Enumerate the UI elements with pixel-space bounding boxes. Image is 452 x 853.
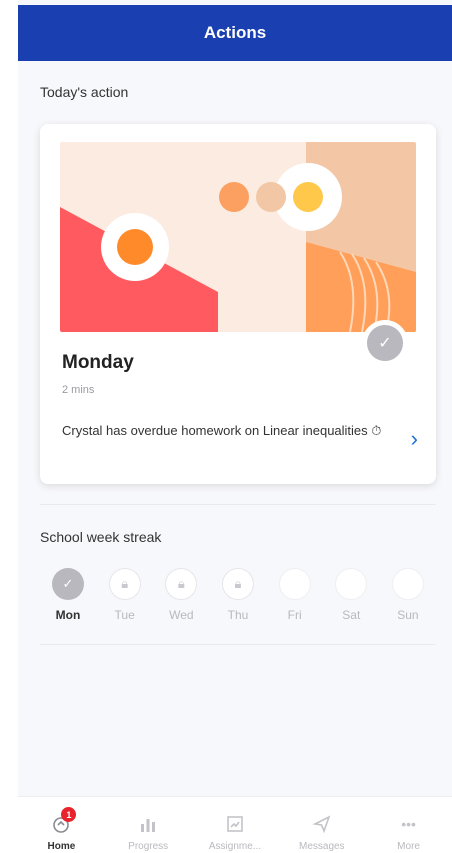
lock-icon: 🔒︎ (221, 568, 254, 600)
action-illustration (60, 142, 416, 332)
tab-assignments[interactable]: Assignme... (192, 797, 278, 852)
page-title: Actions (203, 23, 267, 42)
action-day: Monday (62, 352, 134, 373)
tab-label: Home (47, 841, 76, 852)
empty-circle (278, 568, 311, 600)
streak-day-fri: Fri (267, 568, 323, 622)
empty-circle (335, 568, 368, 600)
today-action-card[interactable]: ✓ Monday 2 mins Crystal has overdue home… (40, 124, 436, 484)
divider (40, 504, 436, 505)
ellipsis-icon: ••• (401, 816, 416, 832)
send-icon (312, 813, 332, 835)
streak-section-title: School week streak (40, 529, 162, 545)
day-label: Fri (287, 608, 302, 622)
tab-home[interactable]: 1 Home (18, 797, 104, 852)
empty-circle (391, 568, 424, 600)
action-message-text: Crystal has overdue homework on Linear i… (62, 423, 368, 438)
action-message: Crystal has overdue homework on Linear i… (62, 420, 382, 442)
chevron-right-icon[interactable]: › (411, 426, 418, 452)
lock-icon: 🔒︎ (165, 568, 198, 600)
divider (40, 644, 436, 645)
notification-badge: 1 (61, 807, 77, 822)
tab-label: Progress (128, 841, 169, 852)
today-section-title: Today's action (40, 84, 129, 100)
tab-label: Assignme... (208, 841, 262, 852)
week-streak: ✓ Mon 🔒︎ Tue 🔒︎ Wed 🔒︎ Thu Fri Sat Sun (40, 568, 436, 622)
day-label: Sat (342, 608, 361, 622)
tab-more[interactable]: ••• More (366, 797, 452, 852)
streak-day-sat: Sat (323, 568, 379, 622)
assignment-icon (225, 813, 245, 835)
day-label: Tue (114, 608, 135, 622)
day-label: Sun (397, 608, 419, 622)
streak-day-wed: 🔒︎ Wed (153, 568, 209, 622)
streak-day-mon: ✓ Mon (40, 568, 96, 622)
tab-messages[interactable]: Messages (279, 797, 365, 852)
header-bar: Actions (18, 5, 452, 61)
tab-label: Messages (298, 841, 345, 852)
tab-progress[interactable]: Progress (105, 797, 191, 852)
app-screen: Actions Today's action ✓ Monday 2 mins C… (18, 0, 452, 853)
action-duration: 2 mins (62, 384, 95, 396)
streak-day-thu: 🔒︎ Thu (210, 568, 266, 622)
rocket-icon: 1 (51, 807, 77, 835)
streak-day-sun: Sun (380, 568, 436, 622)
streak-day-tue: 🔒︎ Tue (97, 568, 153, 622)
day-label: Wed (169, 608, 194, 622)
lock-icon: 🔒︎ (108, 568, 141, 600)
completed-check-icon: ✓ (362, 320, 408, 366)
abstract-art-image (60, 142, 416, 332)
bottom-tab-bar: 1 Home Progress Assignme... Messages •••… (18, 796, 452, 853)
check-icon: ✓ (52, 568, 84, 600)
timer-icon: ⏱ (371, 423, 382, 438)
tab-label: More (397, 841, 420, 852)
bar-chart-icon (138, 813, 158, 835)
day-label: Thu (227, 608, 249, 622)
day-label: Mon (55, 608, 81, 622)
